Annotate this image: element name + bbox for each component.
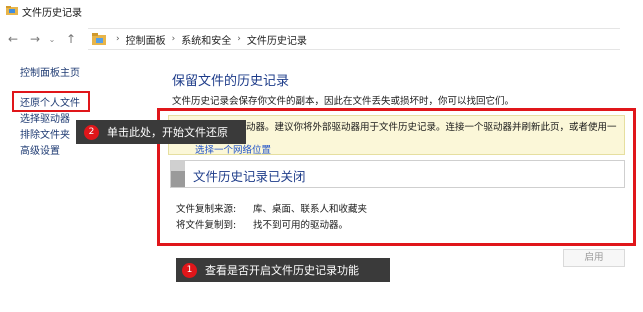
- control-panel-icon: [92, 33, 106, 45]
- page-description: 文件历史记录会保存你文件的副本，因此在文件丢失或损坏时，你可以找回它们。: [172, 96, 515, 107]
- main-content: 保留文件的历史记录 文件历史记录会保存你文件的副本，因此在文件丢失或损坏时，你可…: [172, 70, 632, 109]
- control-panel-home-link[interactable]: 控制面板主页: [20, 66, 140, 82]
- breadcrumb-file-history[interactable]: 文件历史记录: [247, 32, 307, 47]
- breadcrumb-system-security[interactable]: 系统和安全: [181, 32, 231, 47]
- restore-highlight-box: [12, 91, 90, 112]
- breadcrumb-control-panel[interactable]: 控制面板: [126, 32, 166, 47]
- page-title: 保留文件的历史记录: [172, 74, 290, 89]
- advanced-settings-link[interactable]: 高级设置: [20, 144, 140, 160]
- up-arrow-icon[interactable]: ↑: [62, 30, 80, 48]
- recent-dropdown-icon[interactable]: ⌄: [46, 30, 58, 48]
- left-navigation: 控制面板主页 还原个人文件 选择驱动器 排除文件夹 高级设置: [20, 66, 140, 160]
- step-badge: 2: [84, 124, 99, 140]
- step-badge: 1: [182, 262, 197, 278]
- chevron-right-icon: ›: [237, 34, 241, 44]
- title-bar: 文件历史记录: [0, 0, 643, 22]
- enable-button[interactable]: 启用: [563, 249, 625, 267]
- chevron-right-icon: ›: [116, 34, 120, 44]
- back-arrow-icon[interactable]: ←: [4, 30, 22, 48]
- chevron-right-icon: ›: [171, 34, 176, 44]
- address-field[interactable]: › 控制面板 › 系统和安全 › 文件历史记录: [88, 28, 620, 50]
- callout-text: 单击此处，开始文件还原: [107, 126, 228, 139]
- callout-restore: 2 单击此处，开始文件还原: [76, 120, 246, 144]
- file-history-window: 文件历史记录 ← → ⌄ ↑ › 控制面板 › 系统和安全 › 文件历史记录 控…: [0, 0, 643, 312]
- forward-arrow-icon[interactable]: →: [26, 30, 44, 48]
- callout-text: 查看是否开启文件历史记录功能: [205, 264, 359, 277]
- window-title: 文件历史记录: [22, 7, 82, 19]
- file-history-icon: [6, 6, 18, 15]
- callout-check-status: 1 查看是否开启文件历史记录功能: [176, 258, 390, 282]
- address-bar: ← → ⌄ ↑ › 控制面板 › 系统和安全 › 文件历史记录: [0, 24, 643, 54]
